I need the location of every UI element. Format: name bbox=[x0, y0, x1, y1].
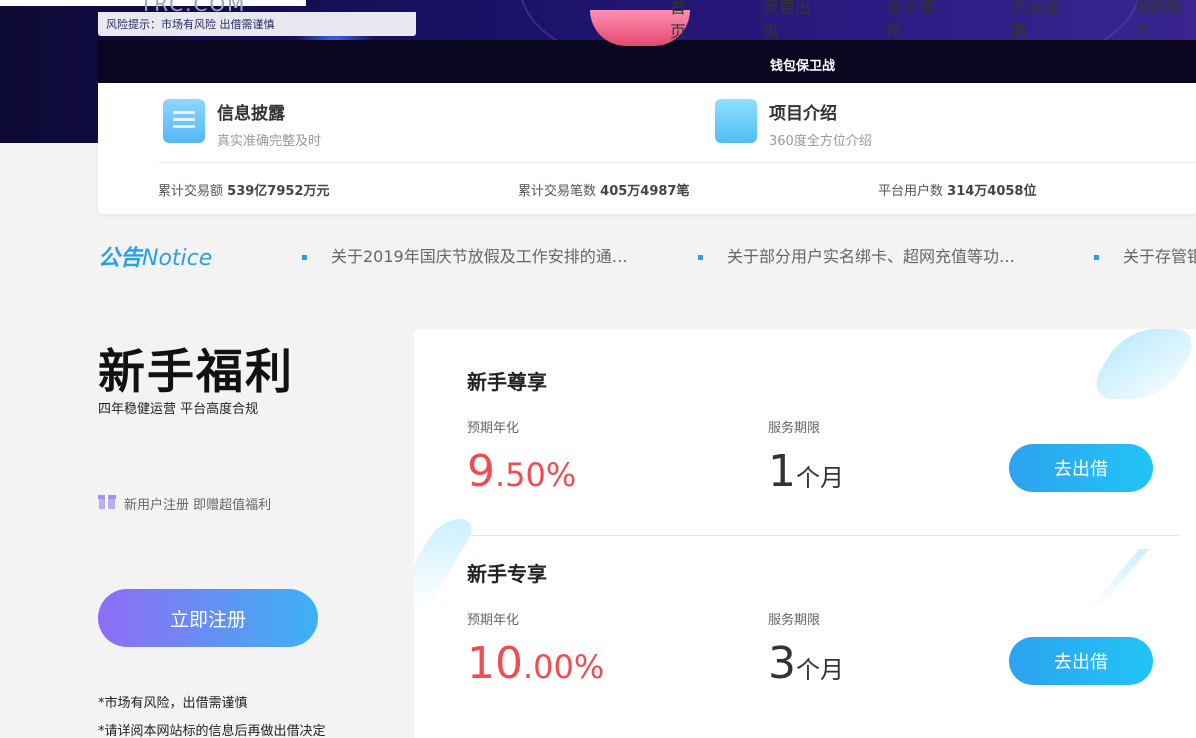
term-label: 服务期限 bbox=[768, 421, 821, 436]
product-title: 新手尊享 bbox=[467, 370, 547, 394]
disclaimer-text: *请详阅本网站标的信息后再做出借决定 bbox=[98, 724, 326, 738]
stat-total-users: 平台用户数 314万4058位 bbox=[878, 184, 1037, 199]
lend-button[interactable]: 去出借 bbox=[1009, 637, 1153, 685]
info-disclosure-link[interactable]: 信息披露 真实准确完整及时 bbox=[163, 99, 321, 149]
expected-rate: 10.00% bbox=[467, 638, 605, 689]
nav-item[interactable]: 信息披露 bbox=[1010, 0, 1072, 42]
nav-item[interactable]: 首页 bbox=[670, 0, 701, 42]
top-nav: 首页 我要出借 安全保障 信息披露 我的账户 bbox=[670, 0, 1196, 42]
folder-icon bbox=[715, 99, 757, 143]
project-intro-link[interactable]: 项目介绍 360度全方位介绍 bbox=[715, 99, 872, 149]
divider bbox=[457, 535, 1180, 536]
expected-rate: 9.50% bbox=[467, 446, 577, 497]
products-panel: 新手尊享 预期年化 9.50% 服务期限 1个月 去出借 新手专享 预期年化 1… bbox=[414, 329, 1196, 738]
divider bbox=[158, 162, 1196, 163]
promo-subtitle: 四年稳健运营 平台高度合规 bbox=[98, 402, 259, 417]
info-subtitle: 真实准确完整及时 bbox=[217, 134, 322, 149]
hero-caption-bar bbox=[98, 40, 1196, 83]
info-title: 项目介绍 bbox=[769, 104, 837, 124]
rate-label: 预期年化 bbox=[467, 421, 520, 436]
document-icon bbox=[163, 99, 205, 143]
notice-item[interactable]: 关于存管银 bbox=[1094, 243, 1196, 267]
info-subtitle: 360度全方位介绍 bbox=[769, 134, 872, 149]
notice-item[interactable]: 关于2019年国庆节放假及工作安排的通… bbox=[302, 243, 628, 267]
product-title: 新手专享 bbox=[467, 562, 547, 586]
gift-icon bbox=[98, 492, 116, 510]
service-term: 3个月 bbox=[768, 638, 844, 689]
notice-logo: 公告Notice bbox=[98, 246, 213, 271]
term-label: 服务期限 bbox=[768, 613, 821, 628]
bullet-icon bbox=[1094, 255, 1099, 260]
risk-notice: 风险提示：市场有风险 出借需谨慎 bbox=[98, 12, 416, 36]
nav-item[interactable]: 我要出借 bbox=[763, 0, 825, 42]
panel-decoration bbox=[1083, 329, 1196, 399]
logo-area: TRC.COM bbox=[0, 0, 306, 16]
promo-title: 新手福利 bbox=[98, 345, 294, 400]
nav-item[interactable]: 我的账户 bbox=[1134, 0, 1196, 42]
register-button[interactable]: 立即注册 bbox=[98, 589, 318, 647]
info-title: 信息披露 bbox=[217, 104, 285, 124]
service-term: 1个月 bbox=[768, 446, 844, 497]
gift-text: 新用户注册 即赠超值福利 bbox=[124, 498, 272, 513]
stat-total-volume: 累计交易额 539亿7952万元 bbox=[158, 184, 330, 199]
info-card: 信息披露 真实准确完整及时 项目介绍 360度全方位介绍 累计交易额 539亿7… bbox=[98, 83, 1196, 214]
notice-item[interactable]: 关于部分用户实名绑卡、超网充值等功… bbox=[698, 243, 1015, 267]
bullet-icon bbox=[302, 255, 307, 260]
nav-item[interactable]: 安全保障 bbox=[887, 0, 949, 42]
lend-button[interactable]: 去出借 bbox=[1009, 444, 1153, 492]
rate-label: 预期年化 bbox=[467, 613, 520, 628]
panel-decoration bbox=[1088, 549, 1150, 609]
stat-total-transactions: 累计交易笔数 405万4987笔 bbox=[518, 184, 690, 199]
hero-caption[interactable]: 钱包保卫战 bbox=[770, 55, 835, 74]
disclaimer-text: *市场有风险，出借需谨慎 bbox=[98, 696, 248, 711]
bullet-icon bbox=[698, 255, 703, 260]
